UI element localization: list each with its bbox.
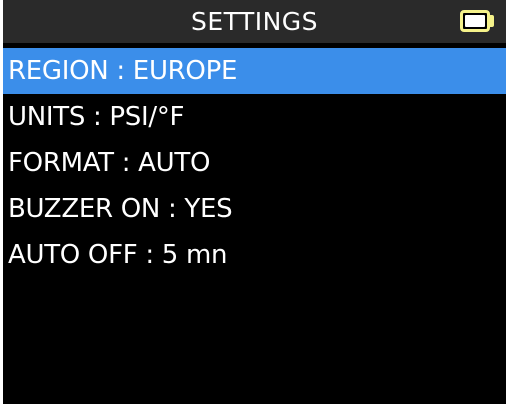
battery-level-fill [465, 15, 485, 27]
menu-item-region[interactable]: REGION : EUROPE [3, 48, 506, 94]
menu-item-auto-off[interactable]: AUTO OFF : 5 mn [3, 232, 506, 278]
settings-screen: SETTINGS REGION : EUROPE UNITS : PSI/°F … [0, 0, 509, 407]
menu-item-format[interactable]: FORMAT : AUTO [3, 140, 506, 186]
header-bar: SETTINGS [3, 0, 506, 43]
settings-menu: REGION : EUROPE UNITS : PSI/°F FORMAT : … [3, 48, 506, 278]
menu-item-buzzer[interactable]: BUZZER ON : YES [3, 186, 506, 232]
page-title: SETTINGS [190, 7, 319, 36]
menu-item-units[interactable]: UNITS : PSI/°F [3, 94, 506, 140]
battery-full-icon [460, 10, 490, 32]
battery-terminal [490, 15, 494, 27]
